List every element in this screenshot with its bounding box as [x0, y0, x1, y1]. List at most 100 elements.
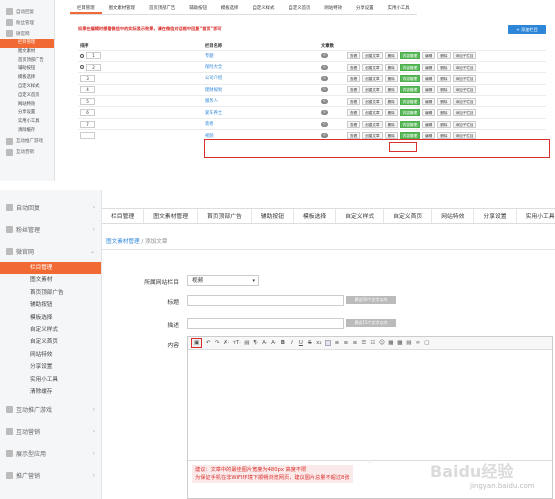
radio-icon[interactable] — [80, 53, 84, 58]
tab-materials[interactable]: 图文素材管理 — [102, 3, 142, 14]
breadcrumb-materials[interactable]: 图文素材管理 — [106, 239, 140, 245]
delete-column-button[interactable]: 删除 — [437, 109, 451, 117]
add-subcolumn-button[interactable]: 添加子栏目 — [452, 86, 477, 94]
delete-button[interactable]: 删除 — [384, 86, 398, 94]
sidebar-item-custom-home[interactable]: 自定义首页 — [0, 92, 54, 101]
column-name[interactable]: 理财规划 — [203, 83, 319, 96]
sidebar-group-games[interactable]: 互动推广游戏 — [0, 136, 54, 147]
undo-icon[interactable]: ↶ — [205, 340, 211, 346]
column-name[interactable]: 爱车养士 — [203, 106, 319, 119]
sidebar-item-tools[interactable]: 实用小工具 — [0, 374, 101, 386]
edit-button[interactable]: 编辑 — [422, 86, 436, 94]
image-icon[interactable]: ▦ — [388, 340, 394, 346]
table-icon[interactable]: ▤ — [406, 340, 412, 346]
italic-icon[interactable]: I — [289, 340, 295, 346]
content-manage-button[interactable]: 内容管理 — [399, 74, 421, 82]
add-column-button[interactable]: + 添加栏目 — [508, 25, 546, 34]
delete-column-button[interactable]: 删除 — [437, 97, 451, 105]
column-name[interactable]: 专题 — [203, 49, 319, 62]
tab-template[interactable]: 模板选择 — [214, 3, 246, 14]
view-button[interactable]: 查看 — [347, 86, 361, 94]
create-article-button[interactable]: 创建文章 — [362, 63, 383, 71]
sidebar-item-share[interactable]: 分享设置 — [0, 109, 54, 118]
media-icon[interactable]: ▩ — [397, 340, 403, 346]
view-button[interactable]: 查看 — [347, 74, 361, 82]
sidebar-group-fans[interactable]: 粉丝管理 — [0, 17, 54, 28]
tab-top-ad[interactable]: 首页顶部广告 — [198, 209, 252, 223]
edit-button[interactable]: 编辑 — [422, 52, 436, 60]
tab-column-manage[interactable]: 栏目管理 — [70, 3, 102, 14]
tab-tools[interactable]: 实用小工具 — [381, 3, 417, 14]
sort-input[interactable]: 1 — [86, 52, 101, 60]
view-button[interactable]: 查看 — [347, 63, 361, 71]
column-name[interactable]: 服务人 — [203, 95, 319, 107]
sidebar-item-top-ad[interactable]: 首页顶部广告 — [0, 287, 101, 299]
sidebar-item-tools[interactable]: 实用小工具 — [0, 118, 54, 127]
bg-color-icon[interactable]: A· — [271, 340, 277, 346]
sidebar-group-games[interactable]: 互动推广游戏 › — [0, 398, 101, 420]
create-article-button[interactable]: 创建文章 — [362, 109, 383, 117]
sort-input[interactable]: 2 — [86, 63, 101, 71]
sidebar-item-custom-style[interactable]: 自定义样式 — [0, 83, 54, 92]
tab-aux-button[interactable]: 辅助按钮 — [252, 209, 294, 223]
edit-button[interactable]: 编辑 — [422, 74, 436, 82]
sidebar-item-column-manage[interactable]: 栏目管理 — [0, 262, 101, 275]
column-select[interactable]: 视频 ▾ — [187, 275, 259, 286]
sidebar-item-top-ad[interactable]: 首页顶部广告 — [0, 57, 54, 66]
unordered-list-icon[interactable]: ☷ — [370, 340, 376, 346]
delete-button[interactable]: 删除 — [384, 74, 398, 82]
delete-column-button[interactable]: 删除 — [437, 74, 451, 82]
delete-column-button[interactable]: 删除 — [437, 120, 451, 128]
sort-input[interactable]: 3 — [80, 74, 95, 82]
delete-button[interactable]: 删除 — [384, 109, 398, 117]
bold-icon[interactable]: B — [280, 340, 286, 346]
content-manage-button[interactable]: 内容管理 — [399, 86, 421, 94]
create-article-button[interactable]: 创建文章 — [362, 97, 383, 105]
delete-button[interactable]: 删除 — [384, 52, 398, 60]
edit-button[interactable]: 编辑 — [422, 120, 436, 128]
delete-column-button[interactable]: 删除 — [437, 63, 451, 71]
tab-custom-home[interactable]: 自定义首页 — [384, 209, 433, 223]
content-manage-button[interactable]: 内容管理 — [399, 109, 421, 117]
add-subcolumn-button[interactable]: 添加子栏目 — [452, 52, 477, 60]
subscript-icon[interactable]: x₂ — [316, 340, 322, 346]
add-subcolumn-button[interactable]: 添加子栏目 — [452, 63, 477, 71]
align-right-icon[interactable]: ≡ — [343, 340, 349, 346]
font-family-icon[interactable]: ▤ — [244, 340, 250, 346]
view-button[interactable]: 查看 — [347, 109, 361, 117]
tab-share[interactable]: 分享设置 — [349, 3, 381, 14]
sidebar-group-micro-site[interactable]: 微官网 ⌄ — [0, 240, 101, 262]
content-manage-button[interactable]: 内容管理 — [399, 97, 421, 105]
align-justify-icon[interactable]: ≡ — [352, 340, 358, 346]
sidebar-item-materials[interactable]: 图文素材 — [0, 274, 101, 286]
tab-aux-button[interactable]: 辅助按钮 — [182, 3, 214, 14]
sort-input[interactable]: 6 — [80, 109, 95, 117]
content-manage-button[interactable]: 内容管理 — [399, 63, 421, 71]
insert-image-icon[interactable]: ▣ — [191, 338, 203, 348]
sidebar-group-micro-site[interactable]: 微官网 — [0, 28, 54, 39]
create-article-button[interactable]: 创建文章 — [362, 52, 383, 60]
clear-format-icon[interactable]: ✗· — [223, 340, 229, 346]
tab-top-ad[interactable]: 首页顶部广告 — [142, 3, 182, 14]
add-subcolumn-button[interactable]: 添加子栏目 — [452, 120, 477, 128]
content-manage-button[interactable]: 内容管理 — [399, 52, 421, 60]
view-button[interactable]: 查看 — [347, 97, 361, 105]
redo-icon[interactable]: ↷ — [214, 340, 220, 346]
radio-icon[interactable] — [80, 65, 84, 70]
sidebar-item-effects[interactable]: 网站特效 — [0, 101, 54, 110]
sidebar-group-display-apps[interactable]: 展示型应用 › — [0, 442, 101, 464]
code-icon[interactable]: ▢ — [424, 340, 430, 346]
sidebar-item-clear-cache[interactable]: 清除缓存 — [0, 127, 54, 136]
tab-custom-style[interactable]: 自定义样式 — [336, 209, 385, 223]
tab-column-manage[interactable]: 栏目管理 — [102, 209, 145, 223]
delete-column-button[interactable]: 删除 — [437, 86, 451, 94]
sidebar-item-column-manage[interactable]: 栏目管理 — [0, 39, 54, 48]
edit-button[interactable]: 编辑 — [422, 97, 436, 105]
sidebar-item-effects[interactable]: 网站特效 — [0, 349, 101, 361]
edit-button[interactable]: 编辑 — [422, 109, 436, 117]
sort-input[interactable] — [80, 132, 95, 140]
content-manage-button[interactable]: 内容管理 — [399, 120, 421, 128]
view-button[interactable]: 查看 — [347, 52, 361, 60]
view-button[interactable]: 查看 — [347, 120, 361, 128]
sidebar-item-materials[interactable]: 图文素材 — [0, 48, 54, 57]
